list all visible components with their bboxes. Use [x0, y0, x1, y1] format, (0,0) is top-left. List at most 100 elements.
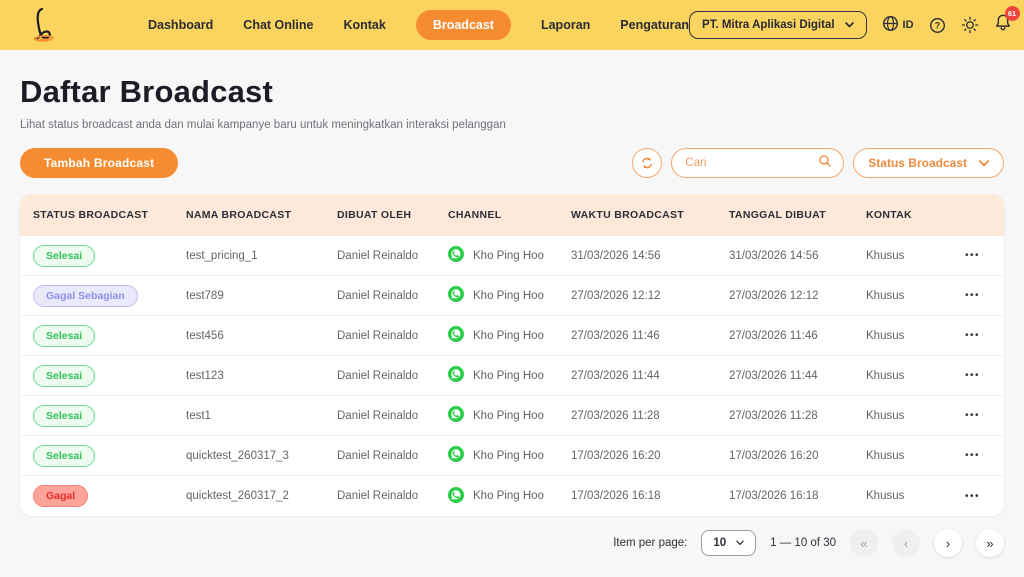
broadcast-time: 17/03/2026 16:18 — [571, 490, 729, 502]
prev-page-button[interactable]: ‹ — [892, 529, 920, 557]
whatsapp-icon — [448, 326, 464, 345]
col-header-name: NAMA BROADCAST — [186, 209, 337, 221]
nav-item-kontak[interactable]: Kontak — [343, 18, 385, 32]
status-badge: Selesai — [33, 325, 95, 347]
broadcast-name: test1 — [186, 410, 337, 422]
status-badge: Selesai — [33, 245, 95, 267]
created-by: Daniel Reinaldo — [337, 330, 448, 342]
table-row[interactable]: Selesai quicktest_260317_3 Daniel Reinal… — [20, 436, 1004, 476]
created-by: Daniel Reinaldo — [337, 290, 448, 302]
table-row[interactable]: Selesai test123 Daniel Reinaldo Kho Ping… — [20, 356, 1004, 396]
items-per-page-value: 10 — [713, 537, 726, 549]
language-selector[interactable]: ID — [882, 15, 914, 35]
contact-type: Khusus — [866, 370, 960, 382]
notifications-button[interactable]: 61 — [994, 13, 1012, 37]
whatsapp-icon — [448, 487, 464, 506]
contact-type: Khusus — [866, 290, 960, 302]
brand-logo[interactable] — [26, 6, 60, 44]
company-selector-label: PT. Mitra Aplikasi Digital — [702, 19, 835, 31]
channel-name: Kho Ping Hoo — [473, 330, 544, 342]
last-page-button[interactable]: » — [976, 529, 1004, 557]
search-icon[interactable] — [818, 154, 832, 173]
row-actions-menu-button[interactable]: ••• — [961, 328, 984, 343]
channel-name: Kho Ping Hoo — [473, 450, 544, 462]
page-subtitle: Lihat status broadcast anda dan mulai ka… — [20, 119, 1004, 131]
row-actions-menu-button[interactable]: ••• — [961, 448, 984, 463]
help-button[interactable]: ? — [929, 17, 946, 34]
whatsapp-icon — [448, 366, 464, 385]
row-actions-menu-button[interactable]: ••• — [961, 489, 984, 504]
status-badge: Selesai — [33, 445, 95, 467]
table-row[interactable]: Gagal quicktest_260317_2 Daniel Reinaldo… — [20, 476, 1004, 516]
col-header-channel: CHANNEL — [448, 209, 571, 221]
chevron-down-icon — [845, 19, 854, 31]
contact-type: Khusus — [866, 250, 960, 262]
channel-name: Kho Ping Hoo — [473, 250, 544, 262]
created-date: 31/03/2026 14:56 — [729, 250, 866, 262]
nav-item-laporan[interactable]: Laporan — [541, 18, 590, 32]
pagination-range: 1 — 10 of 30 — [770, 537, 836, 549]
status-filter-label: Status Broadcast — [868, 156, 967, 170]
pagination-bar: Item per page: 10 1 — 10 of 30 « ‹ › » — [20, 529, 1004, 557]
chevron-down-icon — [979, 156, 989, 170]
col-header-broadcast-time: WAKTU BROADCAST — [571, 209, 729, 221]
created-by: Daniel Reinaldo — [337, 490, 448, 502]
row-actions-menu-button[interactable]: ••• — [961, 288, 984, 303]
broadcast-name: test123 — [186, 370, 337, 382]
created-by: Daniel Reinaldo — [337, 450, 448, 462]
table-row[interactable]: Selesai test_pricing_1 Daniel Reinaldo K… — [20, 236, 1004, 276]
page-title: Daftar Broadcast — [20, 74, 1004, 110]
company-selector[interactable]: PT. Mitra Aplikasi Digital — [689, 11, 867, 39]
table-header-row: STATUS BROADCAST NAMA BROADCAST DIBUAT O… — [20, 194, 1004, 236]
col-header-created-by: DIBUAT OLEH — [337, 209, 448, 221]
locale-label: ID — [903, 19, 914, 31]
whatsapp-icon — [448, 246, 464, 265]
refresh-button[interactable] — [632, 148, 662, 178]
table-row[interactable]: Gagal Sebagian test789 Daniel Reinaldo K… — [20, 276, 1004, 316]
nav-item-broadcast[interactable]: Broadcast — [416, 10, 511, 40]
row-actions-menu-button[interactable]: ••• — [961, 248, 984, 263]
items-per-page-select[interactable]: 10 — [701, 530, 756, 556]
created-date: 27/03/2026 11:44 — [729, 370, 866, 382]
status-badge: Selesai — [33, 365, 95, 387]
created-date: 27/03/2026 11:28 — [729, 410, 866, 422]
refresh-icon — [640, 156, 654, 170]
created-by: Daniel Reinaldo — [337, 370, 448, 382]
channel-name: Kho Ping Hoo — [473, 410, 544, 422]
channel-name: Kho Ping Hoo — [473, 490, 544, 502]
created-date: 17/03/2026 16:20 — [729, 450, 866, 462]
row-actions-menu-button[interactable]: ••• — [961, 408, 984, 423]
col-header-created-date: TANGGAL DIBUAT — [729, 209, 866, 221]
status-filter-dropdown[interactable]: Status Broadcast — [853, 148, 1004, 178]
theme-toggle-sun-icon[interactable] — [961, 16, 979, 34]
whatsapp-icon — [448, 286, 464, 305]
first-page-button[interactable]: « — [850, 529, 878, 557]
globe-icon — [882, 15, 899, 35]
table-row[interactable]: Selesai test1 Daniel Reinaldo Kho Ping H… — [20, 396, 1004, 436]
whatsapp-icon — [448, 406, 464, 425]
broadcast-name: quicktest_260317_2 — [186, 490, 337, 502]
contact-type: Khusus — [866, 490, 960, 502]
broadcast-time: 27/03/2026 12:12 — [571, 290, 729, 302]
nav-item-pengaturan[interactable]: Pengaturan — [620, 18, 689, 32]
table-body: Selesai test_pricing_1 Daniel Reinaldo K… — [20, 236, 1004, 516]
nav-item-chat-online[interactable]: Chat Online — [243, 18, 313, 32]
row-actions-menu-button[interactable]: ••• — [961, 368, 984, 383]
created-by: Daniel Reinaldo — [337, 410, 448, 422]
notification-count-badge: 61 — [1005, 6, 1020, 21]
items-per-page-label: Item per page: — [613, 537, 687, 549]
whatsapp-icon — [448, 446, 464, 465]
created-date: 27/03/2026 12:12 — [729, 290, 866, 302]
search-input[interactable] — [685, 157, 818, 169]
broadcast-time: 31/03/2026 14:56 — [571, 250, 729, 262]
next-page-button[interactable]: › — [934, 529, 962, 557]
svg-text:?: ? — [934, 20, 939, 30]
nav-item-dashboard[interactable]: Dashboard — [148, 18, 213, 32]
add-broadcast-button[interactable]: Tambah Broadcast — [20, 148, 178, 178]
channel-name: Kho Ping Hoo — [473, 370, 544, 382]
col-header-contact: KONTAK — [866, 209, 960, 221]
status-badge: Selesai — [33, 405, 95, 427]
broadcast-time: 27/03/2026 11:46 — [571, 330, 729, 342]
table-row[interactable]: Selesai test456 Daniel Reinaldo Kho Ping… — [20, 316, 1004, 356]
created-date: 17/03/2026 16:18 — [729, 490, 866, 502]
